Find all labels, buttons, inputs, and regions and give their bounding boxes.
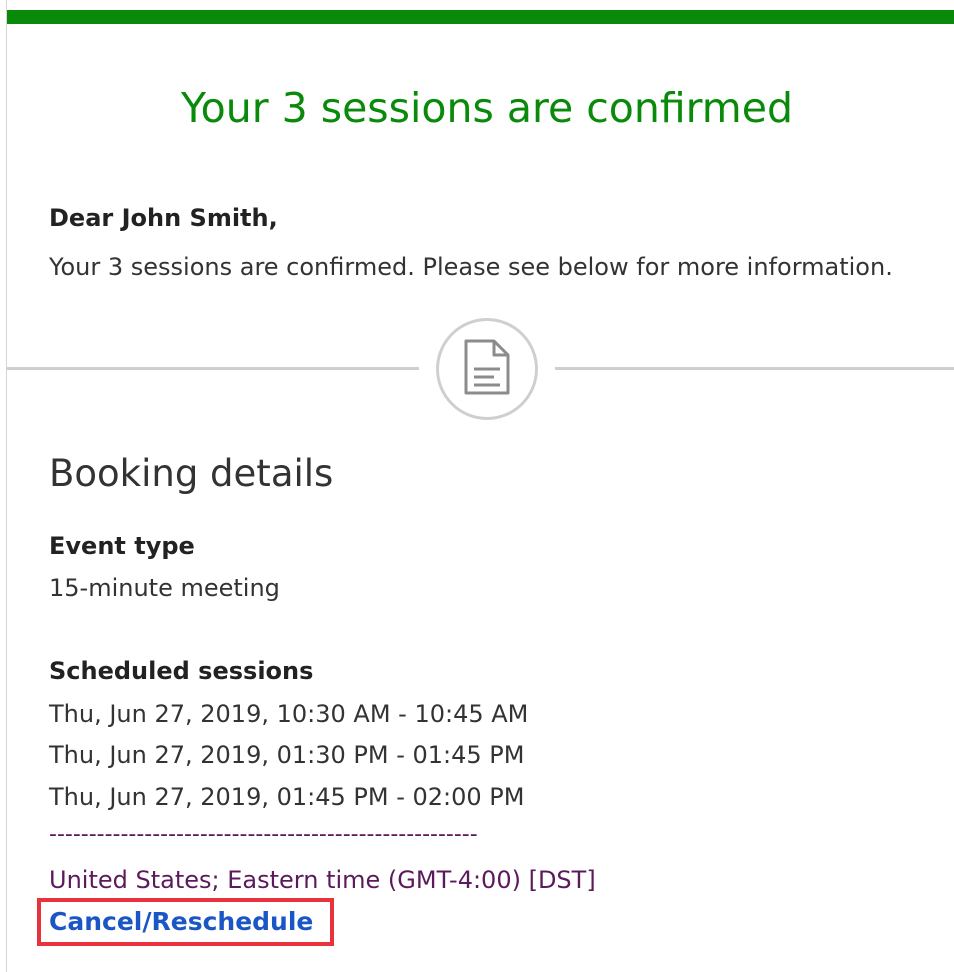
session-item: Thu, Jun 27, 2019, 01:30 PM - 01:45 PM bbox=[49, 741, 525, 769]
event-type-label: Event type bbox=[49, 532, 195, 560]
header-accent-bar bbox=[7, 10, 954, 24]
scheduled-sessions-label: Scheduled sessions bbox=[49, 657, 314, 685]
session-item: Thu, Jun 27, 2019, 10:30 AM - 10:45 AM bbox=[49, 700, 529, 728]
greeting: Dear John Smith, bbox=[49, 204, 278, 232]
cancel-reschedule-link[interactable]: Cancel/Reschedule bbox=[49, 907, 313, 936]
timezone-text: United States; Eastern time (GMT-4:00) [… bbox=[49, 866, 596, 894]
separator-dashes: ----------------------------------------… bbox=[49, 822, 478, 847]
divider-line-right bbox=[555, 367, 954, 370]
event-type-value: 15-minute meeting bbox=[49, 574, 280, 602]
confirmation-headline: Your 3 sessions are confirmed bbox=[181, 84, 793, 132]
document-icon bbox=[463, 338, 511, 400]
intro-text: Your 3 sessions are confirmed. Please se… bbox=[49, 253, 893, 281]
divider-line-left bbox=[7, 367, 419, 370]
document-icon-badge bbox=[436, 318, 538, 420]
booking-details-title: Booking details bbox=[49, 452, 334, 495]
email-body: Your 3 sessions are confirmed Dear John … bbox=[6, 0, 954, 972]
session-item: Thu, Jun 27, 2019, 01:45 PM - 02:00 PM bbox=[49, 783, 525, 811]
